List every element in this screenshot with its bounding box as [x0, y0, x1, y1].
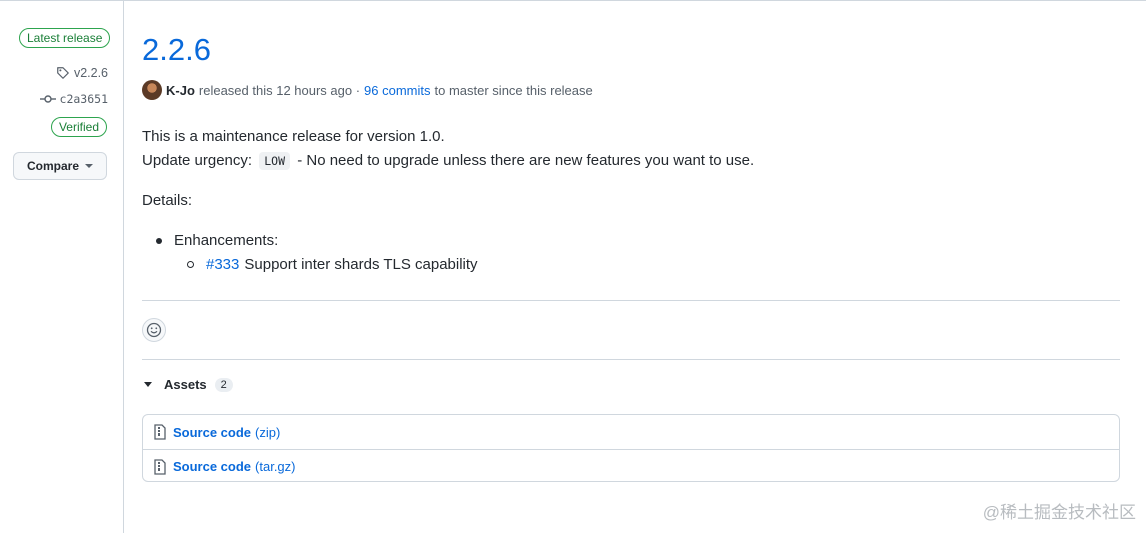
urgency-code: LOW — [259, 152, 291, 170]
assets-list: Source code (zip) Source code (tar.gz) — [142, 414, 1120, 482]
divider — [142, 300, 1120, 301]
asset-ext: (tar.gz) — [255, 459, 296, 474]
released-text: released this 12 hours ago · — [198, 82, 361, 98]
issue-link[interactable]: #333 — [206, 256, 239, 273]
commit-link[interactable]: c2a3651 — [39, 92, 108, 106]
watermark: @稀土掘金技术社区 — [982, 503, 1136, 522]
details-label: Details: — [142, 192, 193, 209]
tag-label: v2.2.6 — [73, 66, 108, 80]
asset-name: Source code — [173, 459, 252, 474]
assets-label: Assets — [164, 377, 207, 392]
release-title[interactable]: 2.2.6 — [142, 32, 211, 68]
smiley-icon — [146, 322, 162, 338]
file-zip-icon — [154, 458, 166, 475]
enhancement-text: Support inter shards TLS capability — [244, 256, 478, 273]
tag-link[interactable]: v2.2.6 — [56, 66, 108, 80]
chevron-down-icon — [85, 164, 93, 168]
commit-sha: c2a3651 — [59, 92, 108, 106]
release-note-line1: This is a maintenance release for versio… — [142, 128, 445, 145]
circle-bullet-icon — [187, 261, 194, 268]
author-link[interactable]: K-Jo — [166, 83, 195, 98]
commits-suffix: to master since this release — [434, 82, 593, 98]
commits-link[interactable]: 96 commits — [364, 83, 430, 98]
top-border — [0, 0, 1146, 1]
compare-button[interactable]: Compare — [13, 152, 107, 180]
enhancements-label: Enhancements: — [174, 232, 279, 249]
tag-icon — [57, 67, 69, 79]
file-zip-icon — [154, 424, 166, 440]
commit-icon — [39, 95, 56, 103]
urgency-prefix: Update urgency: — [142, 152, 253, 169]
latest-release-badge: Latest release — [19, 28, 111, 48]
urgency-suffix: - No need to upgrade unless there are ne… — [297, 152, 755, 169]
assets-toggle[interactable]: Assets 2 — [144, 377, 233, 392]
asset-name: Source code — [173, 424, 252, 440]
avatar[interactable] — [142, 80, 162, 100]
urgency-line: Update urgency: LOW - No need to upgrade… — [142, 152, 755, 170]
divider — [142, 359, 1120, 360]
release-meta: K-Jo released this 12 hours ago · 96 com… — [142, 80, 593, 100]
asset-ext: (zip) — [255, 424, 281, 440]
asset-row-zip[interactable]: Source code (zip) — [143, 415, 1119, 449]
list-item: Enhancements: — [156, 232, 278, 249]
triangle-down-icon — [144, 382, 152, 387]
asset-row-targz[interactable]: Source code (tar.gz) — [143, 449, 1119, 481]
bullet-icon — [156, 237, 162, 244]
list-item: #333 Support inter shards TLS capability — [187, 256, 478, 273]
verified-badge[interactable]: Verified — [50, 117, 107, 137]
add-reaction-button[interactable] — [142, 318, 166, 342]
compare-label: Compare — [26, 159, 79, 173]
release-sidebar: Latest release v2.2.6 c2a3651 Verified C… — [0, 0, 124, 533]
sidebar-divider — [123, 0, 124, 533]
assets-count: 2 — [214, 377, 233, 392]
